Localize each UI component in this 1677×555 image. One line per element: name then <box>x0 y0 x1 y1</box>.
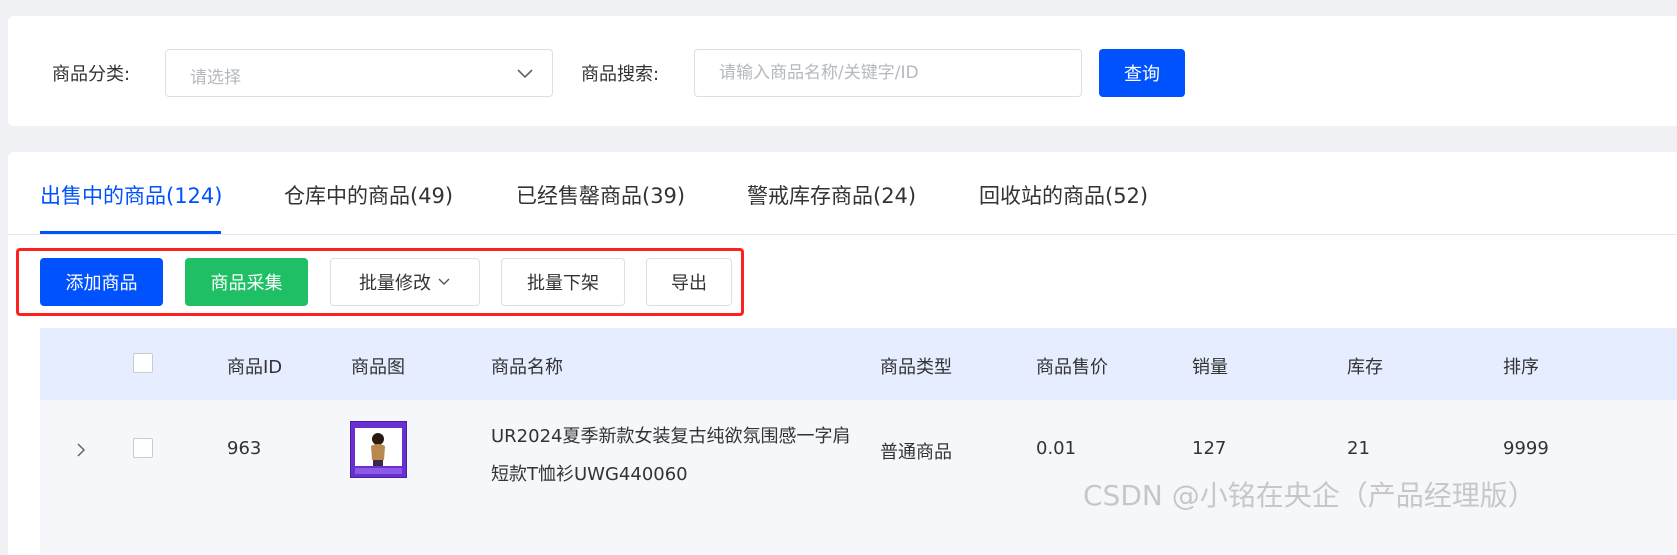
batch-edit-label: 批量修改 <box>359 273 431 294</box>
export-button[interactable]: 导出 <box>646 258 732 306</box>
export-label: 导出 <box>671 273 707 294</box>
column-header-name: 商品名称 <box>491 357 563 378</box>
column-header-type: 商品类型 <box>880 357 952 378</box>
table-header <box>40 328 1677 400</box>
tab-low-stock[interactable]: 警戒库存商品(24) <box>747 180 916 210</box>
category-placeholder: 请选择 <box>190 68 241 88</box>
search-label: 商品搜索: <box>581 64 660 85</box>
tabs-divider <box>8 234 1677 235</box>
product-image[interactable] <box>350 421 407 478</box>
product-sales: 127 <box>1192 438 1227 459</box>
tab-recycle-bin[interactable]: 回收站的商品(52) <box>979 180 1148 210</box>
product-type: 普通商品 <box>880 442 952 463</box>
batch-edit-button[interactable]: 批量修改 <box>330 258 480 306</box>
add-product-button[interactable]: 添加商品 <box>40 258 163 306</box>
product-sort: 9999 <box>1503 438 1549 459</box>
collect-product-label: 商品采集 <box>210 273 283 294</box>
chevron-down-icon <box>437 272 451 293</box>
row-checkbox[interactable] <box>133 438 153 458</box>
column-header-image: 商品图 <box>351 357 405 378</box>
column-header-sort: 排序 <box>1503 357 1539 378</box>
product-photo-icon <box>355 428 402 474</box>
column-header-sales: 销量 <box>1192 357 1228 378</box>
product-name[interactable]: UR2024夏季新款女装复古纯欲氛围感一字肩短款T恤衫UWG440060 <box>491 418 851 494</box>
collect-product-button[interactable]: 商品采集 <box>185 258 308 306</box>
product-price: 0.01 <box>1036 438 1077 459</box>
select-all-checkbox[interactable] <box>133 353 153 373</box>
query-button[interactable]: 查询 <box>1099 49 1185 97</box>
tab-on-sale[interactable]: 出售中的商品(124) <box>40 180 222 210</box>
product-stock: 21 <box>1347 438 1370 459</box>
csdn-watermark: CSDN @小铭在央企（产品经理版） <box>1083 479 1536 512</box>
tab-sold-out[interactable]: 已经售罄商品(39) <box>516 180 685 210</box>
batch-off-shelf-label: 批量下架 <box>527 273 599 294</box>
tab-warehouse[interactable]: 仓库中的商品(49) <box>284 180 453 210</box>
category-label: 商品分类: <box>52 64 131 85</box>
column-header-price: 商品售价 <box>1036 357 1108 378</box>
add-product-label: 添加商品 <box>65 273 138 294</box>
column-header-stock: 库存 <box>1347 357 1383 378</box>
chevron-right-icon[interactable] <box>74 441 88 463</box>
category-select[interactable]: 请选择 <box>165 49 553 97</box>
active-tab-indicator <box>40 231 221 234</box>
chevron-down-icon <box>516 64 534 86</box>
search-input[interactable] <box>694 49 1082 97</box>
column-header-id: 商品ID <box>227 357 283 378</box>
batch-off-shelf-button[interactable]: 批量下架 <box>501 258 625 306</box>
product-id: 963 <box>227 438 262 459</box>
